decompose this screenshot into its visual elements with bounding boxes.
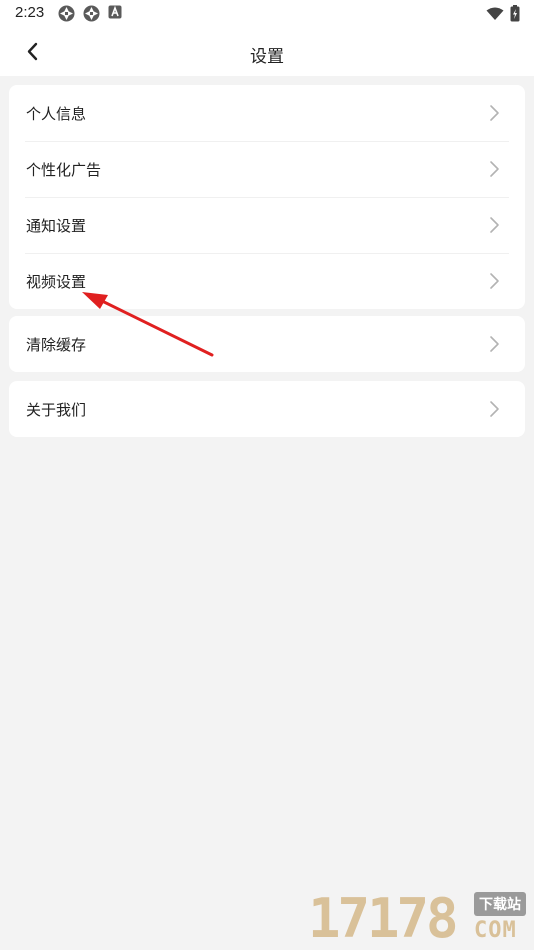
chevron-right-icon — [490, 401, 499, 417]
settings-item-label: 视频设置 — [26, 273, 87, 291]
settings-item-video[interactable]: 视频设置 — [9, 253, 525, 309]
status-icons-left — [58, 5, 122, 22]
status-bar: 2:23 — [0, 0, 534, 28]
settings-group-cache: 清除缓存 — [9, 316, 525, 372]
status-icons-right — [486, 5, 520, 22]
settings-item-label: 通知设置 — [26, 217, 87, 235]
chevron-right-icon — [490, 161, 499, 177]
watermark-suffix: COM — [474, 918, 517, 943]
aperture-icon — [58, 5, 75, 22]
settings-item-personalized-ads[interactable]: 个性化广告 — [9, 141, 525, 197]
chevron-right-icon — [490, 105, 499, 121]
settings-item-notification[interactable]: 通知设置 — [9, 197, 525, 253]
aperture-icon — [83, 5, 100, 22]
chevron-right-icon — [490, 273, 499, 289]
settings-item-label: 清除缓存 — [26, 336, 87, 354]
watermark-badge: 下载站 — [474, 892, 526, 916]
page-title: 设置 — [250, 47, 284, 67]
settings-item-personal-info[interactable]: 个人信息 — [9, 85, 525, 141]
chevron-right-icon — [490, 336, 499, 352]
settings-item-about-us[interactable]: 关于我们 — [9, 381, 525, 437]
watermark-logo: 17178 下载站 COM — [308, 888, 534, 950]
settings-item-label: 关于我们 — [26, 401, 87, 419]
settings-item-label: 个人信息 — [26, 105, 87, 123]
battery-charging-icon — [510, 5, 520, 22]
a-notification-icon — [108, 5, 122, 19]
settings-group-about: 关于我们 — [9, 381, 525, 437]
status-time: 2:23 — [15, 4, 45, 21]
chevron-right-icon — [490, 217, 499, 233]
header: 设置 — [0, 30, 534, 76]
settings-item-label: 个性化广告 — [26, 161, 102, 179]
settings-group-account: 个人信息 个性化广告 通知设置 视频设置 — [9, 85, 525, 309]
watermark-digits: 17178 — [308, 887, 459, 950]
wifi-icon — [486, 7, 504, 20]
top-bar: 2:23 设置 — [0, 0, 534, 76]
settings-item-clear-cache[interactable]: 清除缓存 — [9, 316, 525, 372]
